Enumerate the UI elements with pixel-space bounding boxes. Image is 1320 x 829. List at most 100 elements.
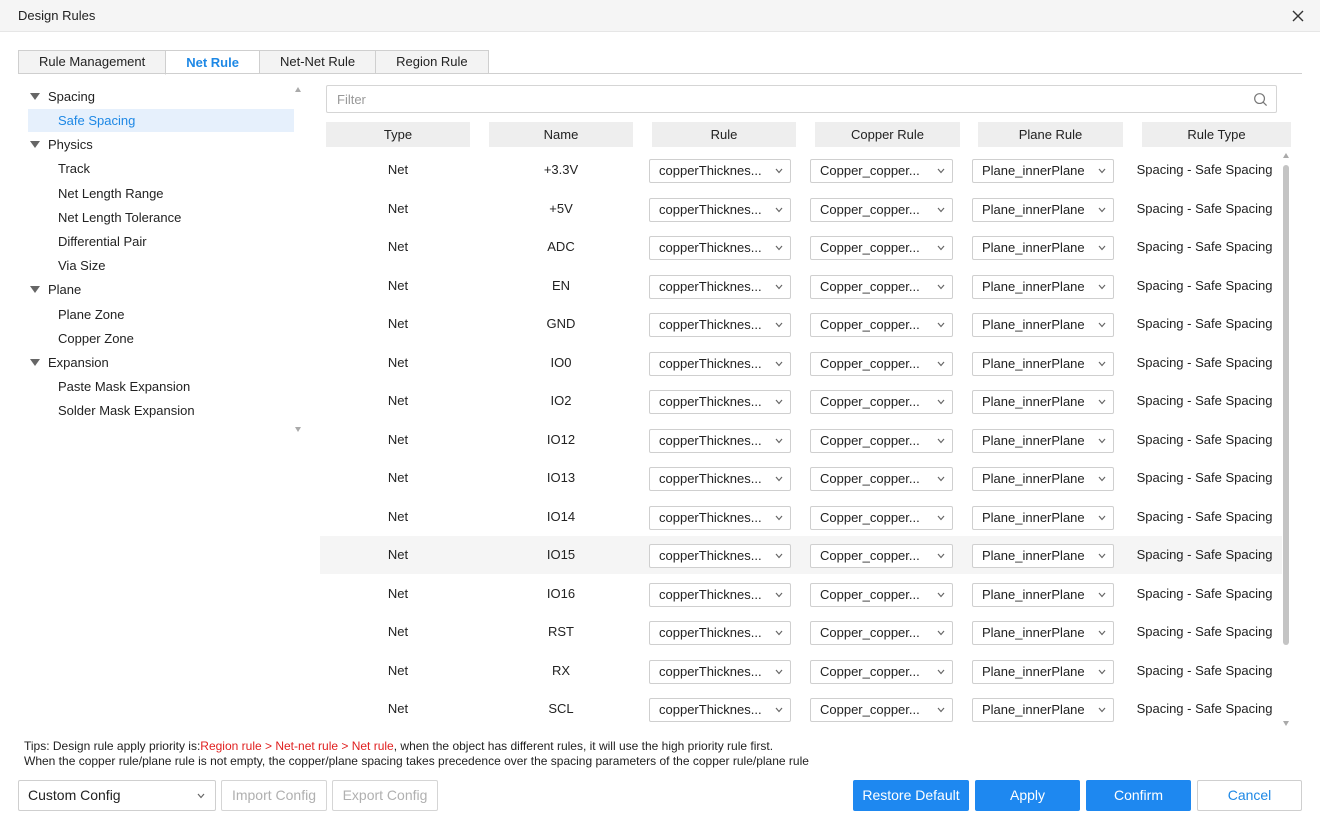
rule-select[interactable]: copperThicknes... bbox=[649, 583, 791, 607]
scroll-up-icon[interactable] bbox=[295, 87, 301, 92]
plane-rule-select[interactable]: Plane_innerPlane bbox=[972, 352, 1114, 376]
apply-button[interactable]: Apply bbox=[975, 780, 1080, 811]
tree-item-solder-mask-expansion[interactable]: Solder Mask Expansion bbox=[58, 399, 195, 422]
scroll-down-icon[interactable] bbox=[1283, 721, 1289, 726]
table-row[interactable]: Net RST copperThicknes... Copper_copper... P… bbox=[320, 613, 1282, 651]
copper-rule-select[interactable]: Copper_copper... bbox=[810, 275, 953, 299]
rule-select[interactable]: copperThicknes... bbox=[649, 275, 791, 299]
plane-rule-select[interactable]: Plane_innerPlane bbox=[972, 506, 1114, 530]
rule-select[interactable]: copperThicknes... bbox=[649, 544, 791, 568]
caret-down-icon[interactable] bbox=[30, 286, 40, 293]
rule-select[interactable]: copperThicknes... bbox=[649, 390, 791, 414]
tab-net-rule[interactable]: Net Rule bbox=[165, 50, 259, 75]
tree-item-copper-zone[interactable]: Copper Zone bbox=[58, 327, 134, 350]
search-icon[interactable] bbox=[1253, 92, 1268, 107]
tree-item-differential-pair[interactable]: Differential Pair bbox=[58, 230, 147, 253]
column-header-type[interactable]: Type bbox=[326, 122, 470, 147]
tree-item-plane-zone[interactable]: Plane Zone bbox=[58, 303, 125, 326]
table-row[interactable]: Net IO2 copperThicknes... Copper_copper... P… bbox=[320, 382, 1282, 420]
rule-select[interactable]: copperThicknes... bbox=[649, 313, 791, 337]
scroll-down-icon[interactable] bbox=[295, 427, 301, 432]
scroll-up-icon[interactable] bbox=[1283, 153, 1289, 158]
table-row[interactable]: Net IO14 copperThicknes... Copper_copper...… bbox=[320, 498, 1282, 536]
plane-rule-select[interactable]: Plane_innerPlane bbox=[972, 236, 1114, 260]
table-row[interactable]: Net IO16 copperThicknes... Copper_copper...… bbox=[320, 575, 1282, 613]
tree-item-physics[interactable]: Physics bbox=[26, 133, 93, 156]
rule-select[interactable]: copperThicknes... bbox=[649, 429, 791, 453]
copper-rule-select[interactable]: Copper_copper... bbox=[810, 698, 953, 722]
column-header-plane-rule[interactable]: Plane Rule bbox=[978, 122, 1123, 147]
rule-select[interactable]: copperThicknes... bbox=[649, 352, 791, 376]
copper-rule-select[interactable]: Copper_copper... bbox=[810, 467, 953, 491]
copper-rule-select[interactable]: Copper_copper... bbox=[810, 159, 953, 183]
table-row[interactable]: Net SCL copperThicknes... Copper_copper... P… bbox=[320, 690, 1282, 728]
table-row[interactable]: Net +5V copperThicknes... Copper_copper... P… bbox=[320, 190, 1282, 228]
tree-item-safe-spacing[interactable]: Safe Spacing bbox=[28, 109, 294, 132]
tab-rule-management[interactable]: Rule Management bbox=[18, 50, 166, 74]
tree-item-spacing[interactable]: Spacing bbox=[26, 85, 95, 108]
tab-region-rule[interactable]: Region Rule bbox=[375, 50, 489, 74]
plane-rule-select[interactable]: Plane_innerPlane bbox=[972, 390, 1114, 414]
plane-rule-select[interactable]: Plane_innerPlane bbox=[972, 583, 1114, 607]
restore-default-button[interactable]: Restore Default bbox=[853, 780, 969, 811]
plane-rule-select[interactable]: Plane_innerPlane bbox=[972, 313, 1114, 337]
import-config-button[interactable]: Import Config bbox=[221, 780, 327, 811]
tree-item-track[interactable]: Track bbox=[58, 157, 90, 180]
plane-rule-select[interactable]: Plane_innerPlane bbox=[972, 429, 1114, 453]
copper-rule-select[interactable]: Copper_copper... bbox=[810, 429, 953, 453]
copper-rule-select[interactable]: Copper_copper... bbox=[810, 390, 953, 414]
rule-select[interactable]: copperThicknes... bbox=[649, 660, 791, 684]
cancel-button[interactable]: Cancel bbox=[1197, 780, 1302, 811]
tab-net-net-rule[interactable]: Net-Net Rule bbox=[258, 50, 376, 74]
caret-down-icon[interactable] bbox=[30, 93, 40, 100]
copper-rule-select[interactable]: Copper_copper... bbox=[810, 621, 953, 645]
confirm-button[interactable]: Confirm bbox=[1086, 780, 1191, 811]
column-header-name[interactable]: Name bbox=[489, 122, 633, 147]
column-header-copper-rule[interactable]: Copper Rule bbox=[815, 122, 960, 147]
copper-rule-select[interactable]: Copper_copper... bbox=[810, 352, 953, 376]
close-icon[interactable] bbox=[1288, 6, 1308, 26]
table-row[interactable]: Net IO0 copperThicknes... Copper_copper... P… bbox=[320, 344, 1282, 382]
copper-rule-select[interactable]: Copper_copper... bbox=[810, 236, 953, 260]
table-row[interactable]: Net EN copperThicknes... Copper_copper... Pl… bbox=[320, 267, 1282, 305]
filter-input[interactable] bbox=[327, 86, 1227, 112]
plane-rule-select[interactable]: Plane_innerPlane bbox=[972, 467, 1114, 491]
rule-select[interactable]: copperThicknes... bbox=[649, 198, 791, 222]
copper-rule-select[interactable]: Copper_copper... bbox=[810, 583, 953, 607]
tree-scrollbar[interactable] bbox=[294, 85, 302, 435]
table-row[interactable]: Net RX copperThicknes... Copper_copper... Pl… bbox=[320, 652, 1282, 690]
column-header-rule[interactable]: Rule bbox=[652, 122, 796, 147]
caret-down-icon[interactable] bbox=[30, 359, 40, 366]
copper-rule-select[interactable]: Copper_copper... bbox=[810, 544, 953, 568]
tree-item-paste-mask-expansion[interactable]: Paste Mask Expansion bbox=[58, 375, 190, 398]
tree-item-expansion[interactable]: Expansion bbox=[26, 351, 109, 374]
tree-item-via-size[interactable]: Via Size bbox=[58, 254, 105, 277]
table-scrollbar[interactable] bbox=[1282, 151, 1290, 729]
tree-item-net-length-tolerance[interactable]: Net Length Tolerance bbox=[58, 206, 181, 229]
table-row[interactable]: Net ADC copperThicknes... Copper_copper... P… bbox=[320, 228, 1282, 266]
caret-down-icon[interactable] bbox=[30, 141, 40, 148]
copper-rule-select[interactable]: Copper_copper... bbox=[810, 506, 953, 530]
rule-select[interactable]: copperThicknes... bbox=[649, 467, 791, 491]
rule-select[interactable]: copperThicknes... bbox=[649, 506, 791, 530]
plane-rule-select[interactable]: Plane_innerPlane bbox=[972, 544, 1114, 568]
tree-item-plane[interactable]: Plane bbox=[26, 278, 81, 301]
copper-rule-select[interactable]: Copper_copper... bbox=[810, 198, 953, 222]
table-row[interactable]: Net IO13 copperThicknes... Copper_copper...… bbox=[320, 459, 1282, 497]
scrollbar-thumb[interactable] bbox=[1283, 165, 1289, 645]
table-row[interactable]: Net IO12 copperThicknes... Copper_copper...… bbox=[320, 421, 1282, 459]
table-row[interactable]: Net IO15 copperThicknes... Copper_copper...… bbox=[320, 536, 1282, 574]
rule-select[interactable]: copperThicknes... bbox=[649, 698, 791, 722]
rule-select[interactable]: copperThicknes... bbox=[649, 159, 791, 183]
plane-rule-select[interactable]: Plane_innerPlane bbox=[972, 621, 1114, 645]
plane-rule-select[interactable]: Plane_innerPlane bbox=[972, 159, 1114, 183]
rule-select[interactable]: copperThicknes... bbox=[649, 621, 791, 645]
copper-rule-select[interactable]: Copper_copper... bbox=[810, 660, 953, 684]
table-row[interactable]: Net GND copperThicknes... Copper_copper... P… bbox=[320, 305, 1282, 343]
plane-rule-select[interactable]: Plane_innerPlane bbox=[972, 198, 1114, 222]
table-row[interactable]: Net +3.3V copperThicknes... Copper_copper..… bbox=[320, 151, 1282, 189]
tree-item-net-length-range[interactable]: Net Length Range bbox=[58, 182, 164, 205]
config-select[interactable]: Custom Config bbox=[18, 780, 216, 811]
export-config-button[interactable]: Export Config bbox=[332, 780, 438, 811]
rule-select[interactable]: copperThicknes... bbox=[649, 236, 791, 260]
